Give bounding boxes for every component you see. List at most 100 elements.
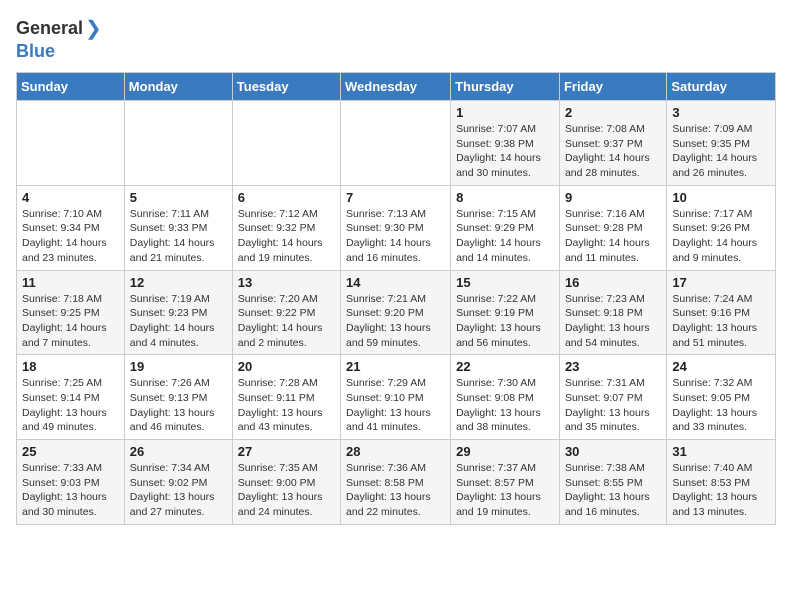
day-number: 18 — [22, 359, 119, 374]
day-info-text: Sunrise: 7:19 AM Sunset: 9:23 PM Dayligh… — [130, 292, 227, 351]
day-cell: 24 Sunrise: 7:32 AM Sunset: 9:05 PM Dayli… — [667, 355, 776, 440]
day-info-text: Sunrise: 7:31 AM Sunset: 9:07 PM Dayligh… — [565, 376, 661, 435]
day-number: 27 — [238, 444, 335, 459]
day-info-text: Sunrise: 7:26 AM Sunset: 9:13 PM Dayligh… — [130, 376, 227, 435]
day-number: 11 — [22, 275, 119, 290]
day-info-text: Sunrise: 7:37 AM Sunset: 8:57 PM Dayligh… — [456, 461, 554, 520]
page-header: General ❯ Blue — [16, 16, 776, 62]
day-info-text: Sunrise: 7:40 AM Sunset: 8:53 PM Dayligh… — [672, 461, 770, 520]
logo: General ❯ Blue — [16, 16, 102, 62]
day-info-text: Sunrise: 7:22 AM Sunset: 9:19 PM Dayligh… — [456, 292, 554, 351]
day-number: 30 — [565, 444, 661, 459]
header-row: SundayMondayTuesdayWednesdayThursdayFrid… — [17, 73, 776, 101]
day-cell: 26 Sunrise: 7:34 AM Sunset: 9:02 PM Dayli… — [124, 440, 232, 525]
day-cell: 20Sunrise: 7:28 AM Sunset: 9:11 PM Dayli… — [232, 355, 340, 440]
day-number: 28 — [346, 444, 445, 459]
logo-general-text: General — [16, 18, 83, 39]
day-info-text: Sunrise: 7:24 AM Sunset: 9:16 PM Dayligh… — [672, 292, 770, 351]
day-number: 29 — [456, 444, 554, 459]
day-number: 15 — [456, 275, 554, 290]
day-cell: 13 Sunrise: 7:20 AM Sunset: 9:22 PM Dayli… — [232, 270, 340, 355]
day-info-text: Sunrise: 7:25 AM Sunset: 9:14 PM Dayligh… — [22, 376, 119, 435]
day-info-text: Sunrise: 7:13 AM Sunset: 9:30 PM Dayligh… — [346, 207, 445, 266]
day-cell — [124, 101, 232, 186]
header-cell-monday: Monday — [124, 73, 232, 101]
header-cell-wednesday: Wednesday — [341, 73, 451, 101]
calendar-header: SundayMondayTuesdayWednesdayThursdayFrid… — [17, 73, 776, 101]
day-number: 6 — [238, 190, 335, 205]
day-number: 1 — [456, 105, 554, 120]
day-number: 13 — [238, 275, 335, 290]
calendar-table: SundayMondayTuesdayWednesdayThursdayFrid… — [16, 72, 776, 525]
day-number: 14 — [346, 275, 445, 290]
week-row-1: 1 Sunrise: 7:07 AM Sunset: 9:38 PM Daylig… — [17, 101, 776, 186]
day-info-text: Sunrise: 7:18 AM Sunset: 9:25 PM Dayligh… — [22, 292, 119, 351]
day-info-text: Sunrise: 7:32 AM Sunset: 9:05 PM Dayligh… — [672, 376, 770, 435]
day-cell: 30 Sunrise: 7:38 AM Sunset: 8:55 PM Dayli… — [559, 440, 666, 525]
day-info-text: Sunrise: 7:36 AM Sunset: 8:58 PM Dayligh… — [346, 461, 445, 520]
day-cell: 14 Sunrise: 7:21 AM Sunset: 9:20 PM Dayli… — [341, 270, 451, 355]
day-number: 5 — [130, 190, 227, 205]
day-info-text: Sunrise: 7:12 AM Sunset: 9:32 PM Dayligh… — [238, 207, 335, 266]
day-number: 7 — [346, 190, 445, 205]
day-number: 2 — [565, 105, 661, 120]
day-info-text: Sunrise: 7:08 AM Sunset: 9:37 PM Dayligh… — [565, 122, 661, 181]
day-info-text: Sunrise: 7:07 AM Sunset: 9:38 PM Dayligh… — [456, 122, 554, 181]
day-number: 26 — [130, 444, 227, 459]
day-info-text: Sunrise: 7:20 AM Sunset: 9:22 PM Dayligh… — [238, 292, 335, 351]
day-cell — [341, 101, 451, 186]
day-info-text: Sunrise: 7:11 AM Sunset: 9:33 PM Dayligh… — [130, 207, 227, 266]
day-number: 31 — [672, 444, 770, 459]
day-info-text: Sunrise: 7:15 AM Sunset: 9:29 PM Dayligh… — [456, 207, 554, 266]
logo-bird-icon: ❯ — [85, 16, 102, 41]
day-cell: 15 Sunrise: 7:22 AM Sunset: 9:19 PM Dayli… — [451, 270, 560, 355]
day-cell: 4Sunrise: 7:10 AM Sunset: 9:34 PM Daylig… — [17, 185, 125, 270]
day-cell: 22 Sunrise: 7:30 AM Sunset: 9:08 PM Dayli… — [451, 355, 560, 440]
day-number: 21 — [346, 359, 445, 374]
day-number: 3 — [672, 105, 770, 120]
day-number: 20 — [238, 359, 335, 374]
day-info-text: Sunrise: 7:35 AM Sunset: 9:00 PM Dayligh… — [238, 461, 335, 520]
day-number: 23 — [565, 359, 661, 374]
day-cell: 28 Sunrise: 7:36 AM Sunset: 8:58 PM Dayli… — [341, 440, 451, 525]
day-cell: 19 Sunrise: 7:26 AM Sunset: 9:13 PM Dayli… — [124, 355, 232, 440]
day-info-text: Sunrise: 7:33 AM Sunset: 9:03 PM Dayligh… — [22, 461, 119, 520]
day-info-text: Sunrise: 7:30 AM Sunset: 9:08 PM Dayligh… — [456, 376, 554, 435]
day-cell: 23 Sunrise: 7:31 AM Sunset: 9:07 PM Dayli… — [559, 355, 666, 440]
day-cell: 5 Sunrise: 7:11 AM Sunset: 9:33 PM Daylig… — [124, 185, 232, 270]
day-cell: 1 Sunrise: 7:07 AM Sunset: 9:38 PM Daylig… — [451, 101, 560, 186]
day-number: 10 — [672, 190, 770, 205]
day-info-text: Sunrise: 7:38 AM Sunset: 8:55 PM Dayligh… — [565, 461, 661, 520]
day-info-text: Sunrise: 7:29 AM Sunset: 9:10 PM Dayligh… — [346, 376, 445, 435]
day-number: 24 — [672, 359, 770, 374]
day-cell: 7 Sunrise: 7:13 AM Sunset: 9:30 PM Daylig… — [341, 185, 451, 270]
week-row-2: 4Sunrise: 7:10 AM Sunset: 9:34 PM Daylig… — [17, 185, 776, 270]
day-number: 22 — [456, 359, 554, 374]
day-cell: 3Sunrise: 7:09 AM Sunset: 9:35 PM Daylig… — [667, 101, 776, 186]
day-cell: 17Sunrise: 7:24 AM Sunset: 9:16 PM Dayli… — [667, 270, 776, 355]
day-cell: 8Sunrise: 7:15 AM Sunset: 9:29 PM Daylig… — [451, 185, 560, 270]
day-cell: 11 Sunrise: 7:18 AM Sunset: 9:25 PM Dayli… — [17, 270, 125, 355]
day-number: 19 — [130, 359, 227, 374]
day-number: 25 — [22, 444, 119, 459]
day-cell: 21 Sunrise: 7:29 AM Sunset: 9:10 PM Dayli… — [341, 355, 451, 440]
day-cell: 12 Sunrise: 7:19 AM Sunset: 9:23 PM Dayli… — [124, 270, 232, 355]
logo-blue-text: Blue — [16, 41, 55, 62]
day-cell: 27 Sunrise: 7:35 AM Sunset: 9:00 PM Dayli… — [232, 440, 340, 525]
day-info-text: Sunrise: 7:17 AM Sunset: 9:26 PM Dayligh… — [672, 207, 770, 266]
day-number: 12 — [130, 275, 227, 290]
week-row-4: 18 Sunrise: 7:25 AM Sunset: 9:14 PM Dayli… — [17, 355, 776, 440]
calendar-body: 1 Sunrise: 7:07 AM Sunset: 9:38 PM Daylig… — [17, 101, 776, 525]
week-row-5: 25 Sunrise: 7:33 AM Sunset: 9:03 PM Dayli… — [17, 440, 776, 525]
day-info-text: Sunrise: 7:21 AM Sunset: 9:20 PM Dayligh… — [346, 292, 445, 351]
header-cell-sunday: Sunday — [17, 73, 125, 101]
header-cell-tuesday: Tuesday — [232, 73, 340, 101]
day-info-text: Sunrise: 7:23 AM Sunset: 9:18 PM Dayligh… — [565, 292, 661, 351]
day-number: 9 — [565, 190, 661, 205]
day-info-text: Sunrise: 7:10 AM Sunset: 9:34 PM Dayligh… — [22, 207, 119, 266]
day-cell: 31 Sunrise: 7:40 AM Sunset: 8:53 PM Dayli… — [667, 440, 776, 525]
header-cell-saturday: Saturday — [667, 73, 776, 101]
day-info-text: Sunrise: 7:34 AM Sunset: 9:02 PM Dayligh… — [130, 461, 227, 520]
day-cell — [17, 101, 125, 186]
week-row-3: 11 Sunrise: 7:18 AM Sunset: 9:25 PM Dayli… — [17, 270, 776, 355]
